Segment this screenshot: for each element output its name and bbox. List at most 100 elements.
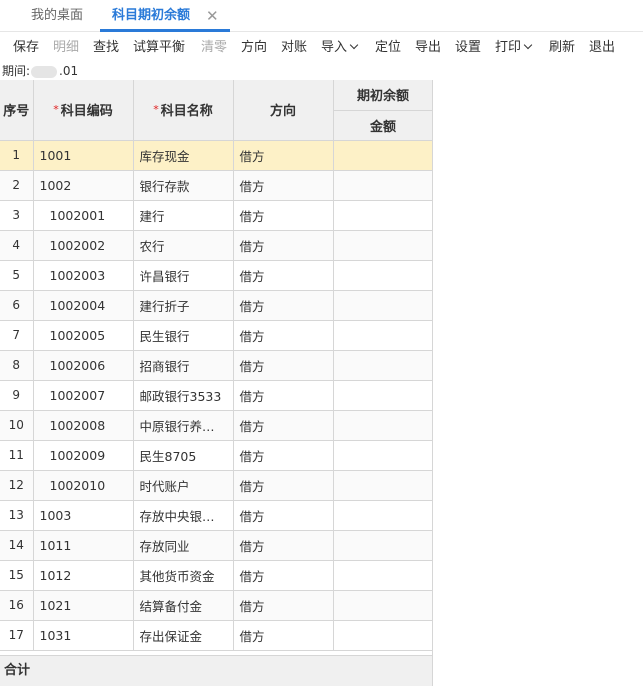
total-label: 合计 [4, 663, 31, 678]
amount-cell[interactable] [333, 560, 432, 591]
account-name-cell: 银行存款 [133, 170, 234, 201]
table-row[interactable]: 4 1002002 农行 借方 [0, 230, 432, 261]
direction-cell[interactable]: 借方 [233, 620, 334, 651]
row-index-cell: 17 [0, 620, 34, 651]
table-row[interactable]: 17 1031 存出保证金 借方 [0, 620, 432, 651]
direction-cell[interactable]: 借方 [233, 200, 334, 231]
account-name-cell: 农行 [133, 230, 234, 261]
direction-cell[interactable]: 借方 [233, 320, 334, 351]
table-row[interactable]: 14 1011 存放同业 借方 [0, 530, 432, 561]
amount-cell[interactable] [333, 530, 432, 561]
direction-button[interactable]: 方向 [241, 34, 267, 62]
header-account-name-label: 科目名称 [160, 104, 213, 120]
table-row[interactable]: 13 1003 存放中央银… 借方 [0, 500, 432, 531]
amount-cell[interactable] [333, 200, 432, 231]
account-name-cell: 许昌银行 [133, 260, 234, 291]
amount-cell[interactable] [333, 260, 432, 291]
direction-cell[interactable]: 借方 [233, 560, 334, 591]
row-index-cell: 5 [0, 260, 34, 291]
tab-my-desktop[interactable]: 我的桌面 [31, 0, 83, 32]
total-row: 合计 [0, 655, 433, 686]
amount-cell[interactable] [333, 350, 432, 381]
direction-cell[interactable]: 借方 [233, 470, 334, 501]
table-row[interactable]: 11 1002009 民生8705 借方 [0, 440, 432, 471]
tab-opening-balance[interactable]: 科目期初余额 ✕ [100, 0, 230, 32]
locate-button[interactable]: 定位 [375, 34, 401, 62]
direction-cell[interactable]: 借方 [233, 230, 334, 261]
table-row[interactable]: 3 1002001 建行 借方 [0, 200, 432, 231]
chevron-down-icon [349, 40, 359, 50]
close-icon[interactable]: ✕ [206, 0, 219, 32]
amount-cell[interactable] [333, 290, 432, 321]
import-dropdown[interactable]: 导入 [321, 34, 359, 62]
row-index-cell: 10 [0, 410, 34, 441]
header-account-name[interactable]: * 科目名称 [133, 80, 234, 141]
settings-button[interactable]: 设置 [455, 34, 481, 62]
detail-button[interactable]: 明细 [53, 34, 79, 62]
direction-cell[interactable]: 借方 [233, 530, 334, 561]
header-account-code[interactable]: * 科目编码 [33, 80, 134, 141]
row-index-cell: 7 [0, 320, 34, 351]
row-index-cell: 13 [0, 500, 34, 531]
find-button[interactable]: 查找 [93, 34, 119, 62]
table-row[interactable]: 6 1002004 建行折子 借方 [0, 290, 432, 321]
clear-button[interactable]: 清零 [201, 34, 227, 62]
amount-cell[interactable] [333, 320, 432, 351]
required-mark: * [53, 103, 59, 117]
direction-cell[interactable]: 借方 [233, 260, 334, 291]
account-name-cell: 民生银行 [133, 320, 234, 351]
table-row[interactable]: 16 1021 结算备付金 借方 [0, 590, 432, 621]
row-index-cell: 11 [0, 440, 34, 471]
save-button[interactable]: 保存 [13, 34, 39, 62]
account-code-cell: 1002010 [33, 470, 134, 501]
direction-cell[interactable]: 借方 [233, 440, 334, 471]
export-button[interactable]: 导出 [415, 34, 441, 62]
account-code-cell: 1011 [33, 530, 134, 561]
amount-cell[interactable] [333, 590, 432, 621]
amount-cell[interactable] [333, 140, 432, 171]
account-name-cell: 邮政银行3533 [133, 380, 234, 411]
header-account-code-label: 科目编码 [60, 104, 113, 120]
exit-button[interactable]: 退出 [589, 34, 615, 62]
trial-balance-button[interactable]: 试算平衡 [133, 34, 185, 62]
account-code-cell: 1003 [33, 500, 134, 531]
table-row[interactable]: 2 1002 银行存款 借方 [0, 170, 432, 201]
account-code-cell: 1031 [33, 620, 134, 651]
direction-cell[interactable]: 借方 [233, 500, 334, 531]
print-dropdown[interactable]: 打印 [495, 34, 533, 62]
table-row[interactable]: 8 1002006 招商银行 借方 [0, 350, 432, 381]
direction-cell[interactable]: 借方 [233, 290, 334, 321]
amount-cell[interactable] [333, 230, 432, 261]
direction-cell[interactable]: 借方 [233, 350, 334, 381]
direction-cell[interactable]: 借方 [233, 170, 334, 201]
amount-cell[interactable] [333, 440, 432, 471]
direction-cell[interactable]: 借方 [233, 140, 334, 171]
table-row[interactable]: 7 1002005 民生银行 借方 [0, 320, 432, 351]
table-row[interactable]: 15 1012 其他货币资金 借方 [0, 560, 432, 591]
account-code-cell: 1002003 [33, 260, 134, 291]
amount-cell[interactable] [333, 410, 432, 441]
table-row[interactable]: 5 1002003 许昌银行 借方 [0, 260, 432, 291]
account-code-cell: 1002007 [33, 380, 134, 411]
account-code-cell: 1021 [33, 590, 134, 621]
header-direction[interactable]: 方向 [233, 80, 334, 141]
direction-cell[interactable]: 借方 [233, 410, 334, 441]
amount-cell[interactable] [333, 170, 432, 201]
row-index-cell: 12 [0, 470, 34, 501]
amount-cell[interactable] [333, 470, 432, 501]
account-code-cell: 1002001 [33, 200, 134, 231]
table-row[interactable]: 10 1002008 中原银行养… 借方 [0, 410, 432, 441]
direction-cell[interactable]: 借方 [233, 590, 334, 621]
table-row[interactable]: 1 1001 库存现金 借方 [0, 140, 432, 171]
header-amount[interactable]: 金额 [333, 110, 432, 141]
refresh-button[interactable]: 刷新 [549, 34, 575, 62]
reconcile-button[interactable]: 对账 [281, 34, 307, 62]
direction-cell[interactable]: 借方 [233, 380, 334, 411]
table-row[interactable]: 12 1002010 时代账户 借方 [0, 470, 432, 501]
account-code-cell: 1002002 [33, 230, 134, 261]
account-name-cell: 存放同业 [133, 530, 234, 561]
amount-cell[interactable] [333, 500, 432, 531]
amount-cell[interactable] [333, 620, 432, 651]
amount-cell[interactable] [333, 380, 432, 411]
table-row[interactable]: 9 1002007 邮政银行3533 借方 [0, 380, 432, 411]
